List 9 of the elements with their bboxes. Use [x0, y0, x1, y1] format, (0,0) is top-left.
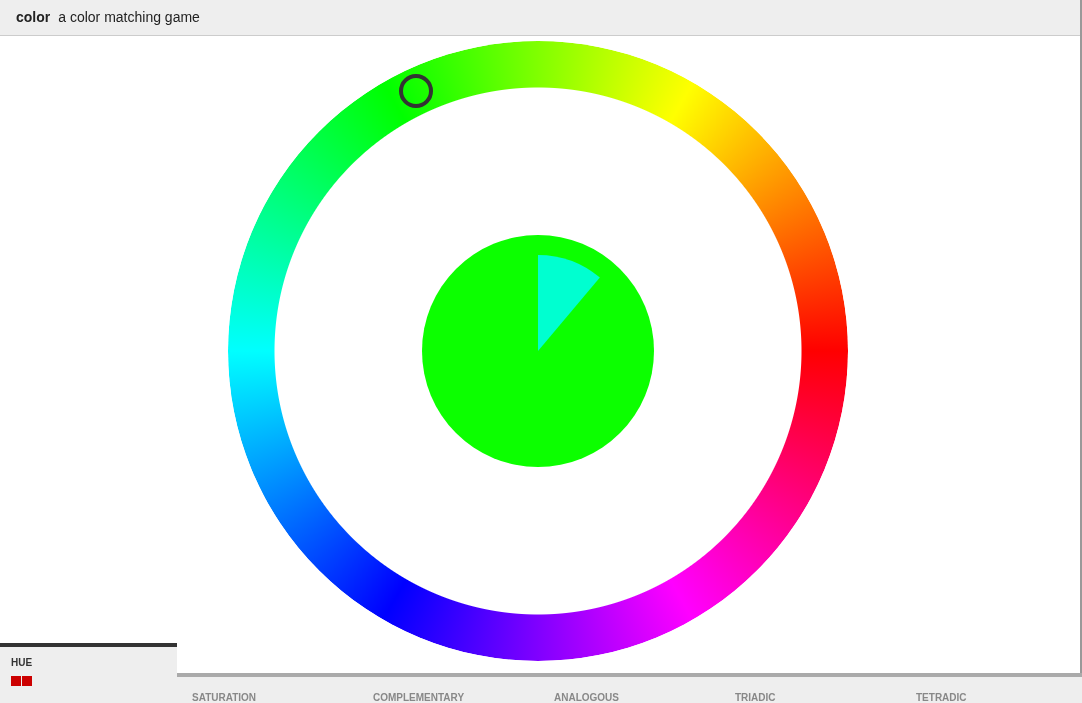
hue-handle[interactable]	[398, 74, 433, 109]
mode-tab[interactable]: COMPLEMENTARY	[358, 673, 539, 703]
mode-tab[interactable]: HUE	[0, 643, 177, 703]
mode-tab[interactable]: ANALOGOUS	[539, 673, 720, 703]
app-subtitle: a color matching game	[58, 8, 200, 27]
mode-tab[interactable]: TETRADIC	[901, 673, 1082, 703]
app-title: color	[16, 8, 51, 27]
mode-tab[interactable]: SATURATION	[177, 673, 358, 703]
mode-tab[interactable]: TRIADIC	[720, 673, 901, 703]
